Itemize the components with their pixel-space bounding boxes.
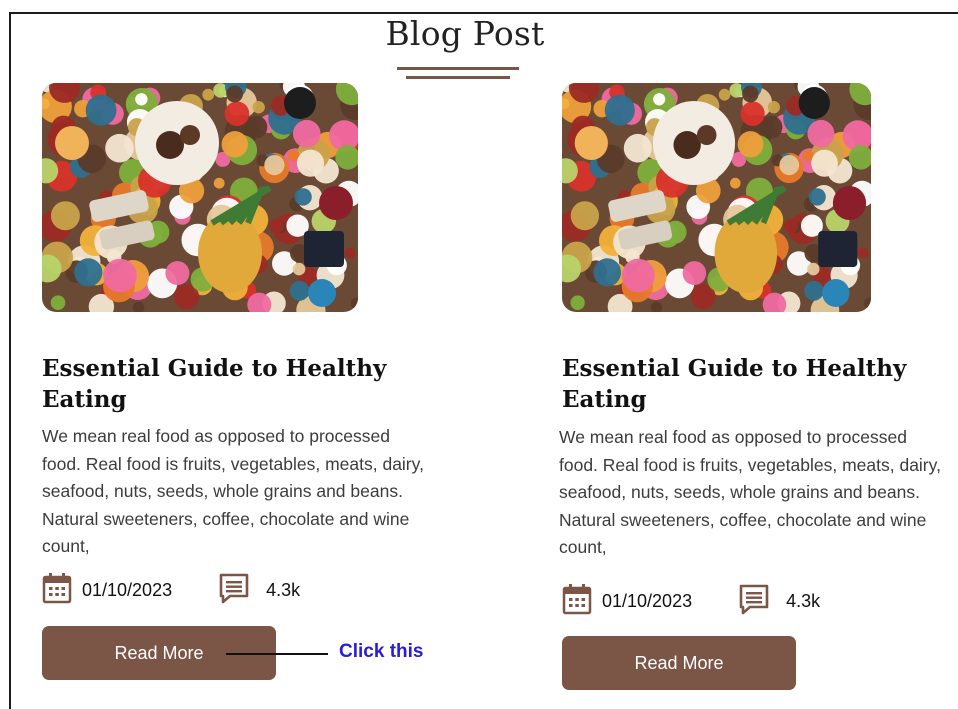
food-flatlay-image (42, 83, 358, 312)
date-meta: 01/10/2023 (42, 572, 172, 609)
comments-meta: 4.3k (218, 572, 300, 609)
card-meta: 01/10/2023 4.3k (42, 572, 300, 609)
read-more-button[interactable]: Read More (562, 636, 796, 690)
comments-meta: 4.3k (738, 583, 820, 620)
card-excerpt: We mean real food as opposed to processe… (42, 426, 424, 556)
calendar-icon (42, 572, 72, 609)
callout-line (226, 653, 328, 655)
food-flatlay-image (562, 83, 871, 312)
calendar-icon (562, 583, 592, 620)
post-date: 01/10/2023 (602, 590, 693, 611)
card-title[interactable]: Essential Guide to Healthy Eating (562, 353, 942, 415)
title-underline-top (397, 67, 519, 70)
comment-icon[interactable] (738, 583, 770, 620)
page-title: Blog Post (385, 14, 545, 53)
card-image[interactable] (42, 83, 358, 312)
card-image[interactable] (562, 83, 871, 312)
card-excerpt: We mean real food as opposed to processe… (559, 427, 941, 557)
comment-count: 4.3k (786, 590, 821, 611)
comment-icon[interactable] (218, 572, 250, 609)
comment-count: 4.3k (266, 579, 301, 600)
callout-label: Click this (339, 641, 424, 662)
card-title[interactable]: Essential Guide to Healthy Eating (42, 353, 422, 415)
post-date: 01/10/2023 (82, 579, 173, 600)
card-meta: 01/10/2023 4.3k (562, 583, 820, 620)
title-underline-bottom (406, 76, 510, 79)
date-meta: 01/10/2023 (562, 583, 692, 620)
